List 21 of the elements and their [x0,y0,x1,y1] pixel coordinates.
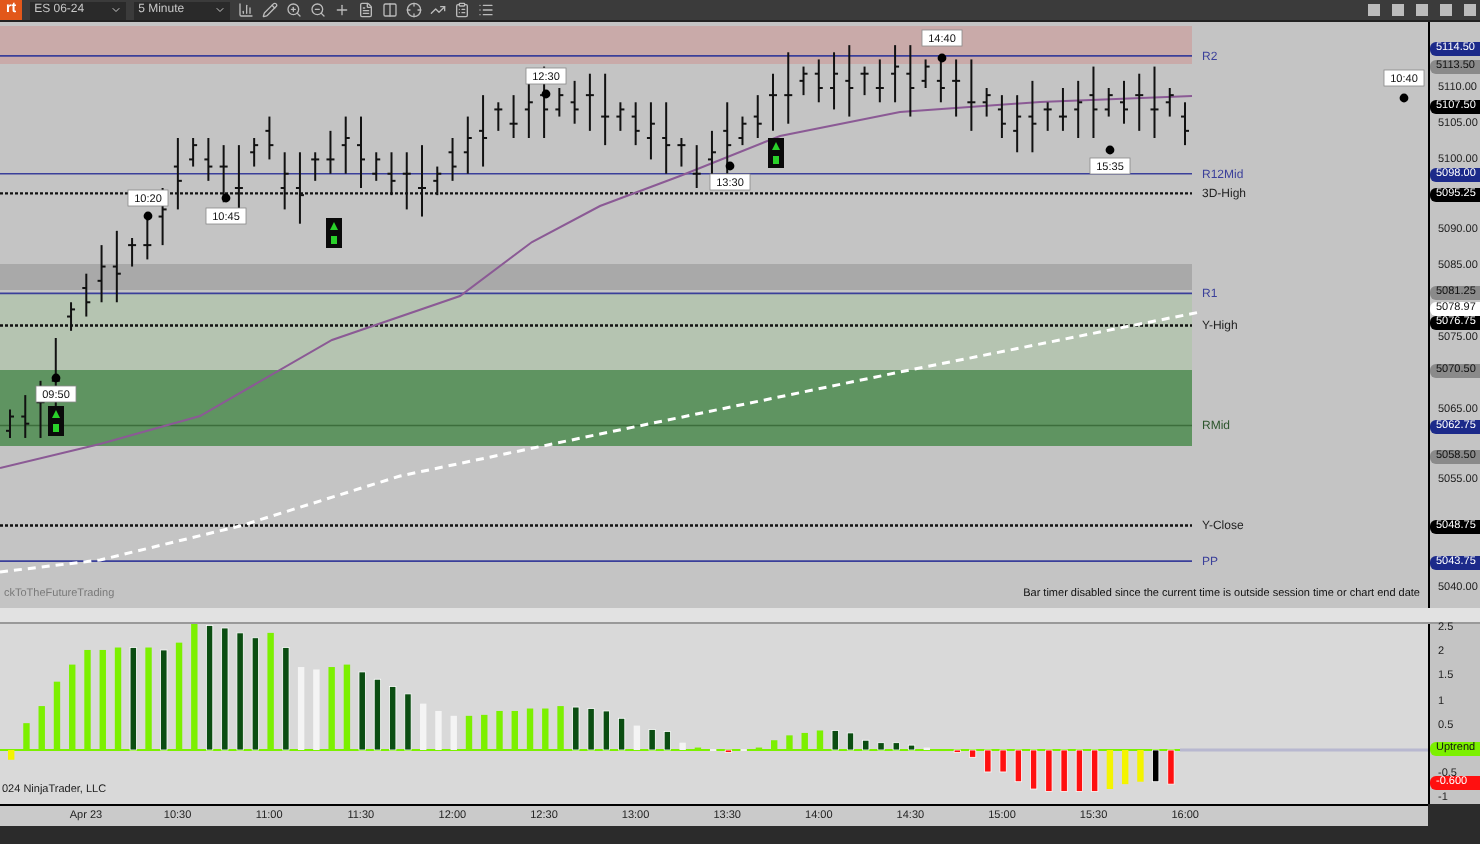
marker-dot [725,161,735,171]
crosshair-icon[interactable] [406,2,423,18]
columns-icon[interactable] [382,2,399,18]
chevron-down-icon [110,4,123,16]
marker-dot [143,211,153,221]
marker-dot [1399,93,1409,103]
marker-dot [51,373,61,383]
trend-line-icon[interactable] [430,2,447,18]
chevron-down-icon [214,4,227,16]
clipboard-icon[interactable] [454,2,471,18]
marker-dot [221,193,231,203]
zoom-in-icon[interactable] [286,2,303,18]
pencil-icon[interactable] [262,2,279,18]
zoom-out-icon[interactable] [310,2,327,18]
bar-chart-icon[interactable] [238,2,255,18]
list-icon[interactable] [478,2,495,18]
marker-dot [1105,145,1115,155]
marker-dot [937,53,947,63]
marker-dot [541,89,551,99]
document-icon[interactable] [358,2,375,18]
plus-icon[interactable] [334,2,351,18]
